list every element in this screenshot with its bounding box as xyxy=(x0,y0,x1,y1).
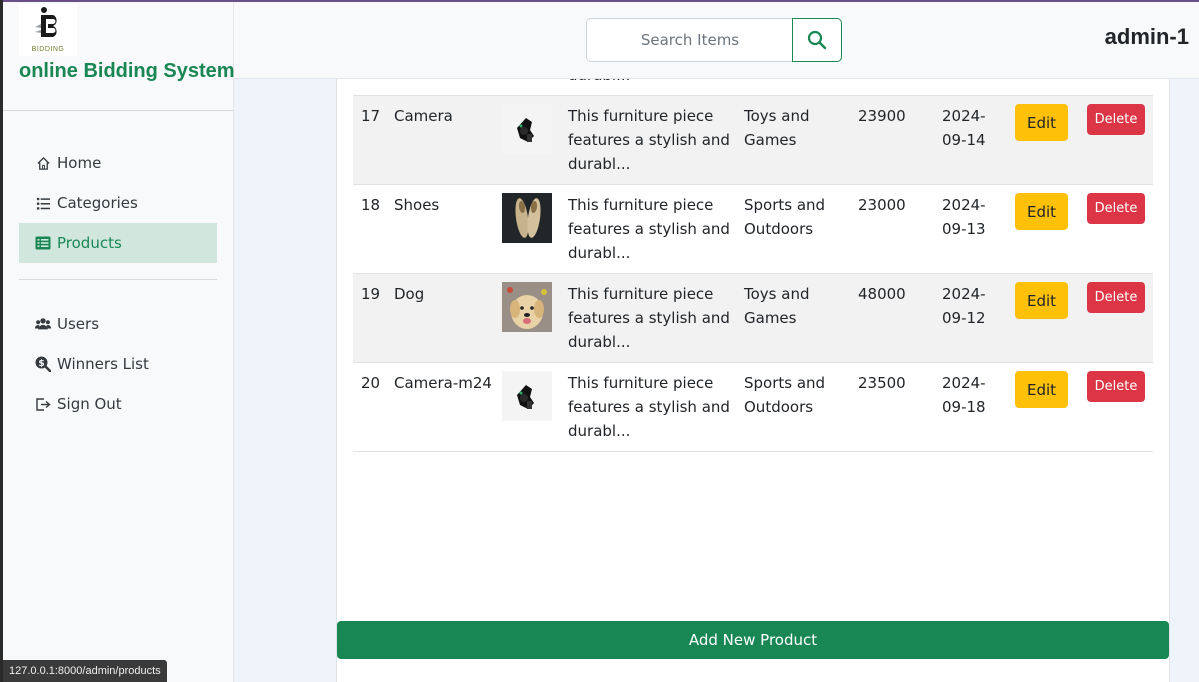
sidebar-item-winners-list[interactable]: $ Winners List xyxy=(19,344,217,384)
top-header: admin-1 xyxy=(234,2,1199,79)
edit-button[interactable]: Edit xyxy=(1015,104,1068,141)
sidebar-item-label: Winners List xyxy=(57,355,149,373)
product-id: 19 xyxy=(361,285,381,303)
product-description: This furniture piece features a stylish … xyxy=(568,107,730,173)
add-new-product-button[interactable]: Add New Product xyxy=(337,621,1169,659)
svg-text:$: $ xyxy=(38,359,44,369)
delete-button[interactable]: Delete xyxy=(1087,371,1145,402)
logo[interactable]: BIDDING xyxy=(19,4,77,56)
product-date: 2024-09-13 xyxy=(942,196,986,238)
users-icon xyxy=(35,316,51,332)
sidebar-item-sign-out[interactable]: Sign Out xyxy=(19,384,217,424)
delete-button[interactable]: Delete xyxy=(1087,193,1145,224)
table-row: 18 Shoes This furniture piece features a s… xyxy=(353,185,1153,274)
product-image xyxy=(502,193,552,243)
home-icon xyxy=(35,155,51,171)
product-name: Dog xyxy=(394,285,425,303)
sidebar-item-users[interactable]: Users xyxy=(19,304,217,344)
search-icon xyxy=(807,30,827,50)
product-price: 23500 xyxy=(858,374,906,392)
product-date: 2024-09-12 xyxy=(942,285,986,327)
product-description: This furniture piece features a stylish … xyxy=(568,374,730,440)
sidebar-item-products[interactable]: Products xyxy=(19,223,217,263)
product-price: 23000 xyxy=(858,196,906,214)
nav-main: Home Categories Products xyxy=(19,143,217,263)
search-dollar-icon: $ xyxy=(35,356,51,372)
product-image xyxy=(502,371,552,421)
logo-mark xyxy=(35,7,57,37)
product-price: 48000 xyxy=(858,285,906,303)
sidebar: BIDDING online Bidding System Home Categ… xyxy=(3,2,235,682)
table-row: 20 Camera-m24 This furniture piece feature… xyxy=(353,363,1153,452)
sign-out-icon xyxy=(35,396,51,412)
product-date: 2024-09-18 xyxy=(942,374,986,416)
product-id: 17 xyxy=(361,107,381,125)
sidebar-item-label: Categories xyxy=(57,194,138,212)
table-list-icon xyxy=(35,235,51,251)
status-url-tooltip: 127.0.0.1:8000/admin/products xyxy=(3,660,167,682)
logo-text: BIDDING xyxy=(31,46,65,53)
window-top-border xyxy=(0,0,1199,2)
product-name: Shoes xyxy=(394,196,440,214)
product-description: This furniture piece features a stylish … xyxy=(568,196,730,262)
product-price: 23900 xyxy=(858,107,906,125)
sidebar-item-categories[interactable]: Categories xyxy=(19,183,217,223)
product-category: Sports and Outdoors xyxy=(744,196,826,238)
sidebar-item-label: Home xyxy=(57,154,102,172)
product-id: 20 xyxy=(361,374,381,392)
product-name: Camera xyxy=(394,107,453,125)
sidebar-item-label: Sign Out xyxy=(57,395,122,413)
table-row: 17 Camera This furniture piece features a … xyxy=(353,96,1153,185)
product-date: 2024-09-14 xyxy=(942,107,986,149)
site-title: online Bidding System xyxy=(19,60,235,82)
product-image xyxy=(502,282,552,332)
product-description: This furniture piece features a stylish … xyxy=(568,285,730,351)
edit-button[interactable]: Edit xyxy=(1015,282,1068,319)
table-row: 19 Dog This furniture piece features a sty… xyxy=(353,274,1153,363)
product-category: Sports and Outdoors xyxy=(744,374,826,416)
delete-button[interactable]: Delete xyxy=(1087,282,1145,313)
sidebar-item-home[interactable]: Home xyxy=(19,143,217,183)
products-card: 14Samsung GalaxyBrand new, sealed in box… xyxy=(336,0,1170,682)
edit-button[interactable]: Edit xyxy=(1015,371,1068,408)
search-input[interactable] xyxy=(586,18,793,62)
list-icon xyxy=(35,195,51,211)
product-image xyxy=(502,104,552,154)
sidebar-item-label: Products xyxy=(57,234,122,252)
divider xyxy=(3,110,234,111)
divider xyxy=(19,279,217,280)
delete-button[interactable]: Delete xyxy=(1087,104,1145,135)
sidebar-item-label: Users xyxy=(57,315,100,333)
product-id: 18 xyxy=(361,196,381,214)
edit-button[interactable]: Edit xyxy=(1015,193,1068,230)
product-category: Toys and Games xyxy=(744,285,810,327)
search-button[interactable] xyxy=(792,18,842,62)
nav-secondary: Users $ Winners List Sign Out xyxy=(19,304,217,424)
window-left-border xyxy=(0,0,3,682)
product-name: Camera-m24 xyxy=(394,374,492,392)
product-category: Toys and Games xyxy=(744,107,810,149)
user-name[interactable]: admin-1 xyxy=(1105,24,1189,50)
